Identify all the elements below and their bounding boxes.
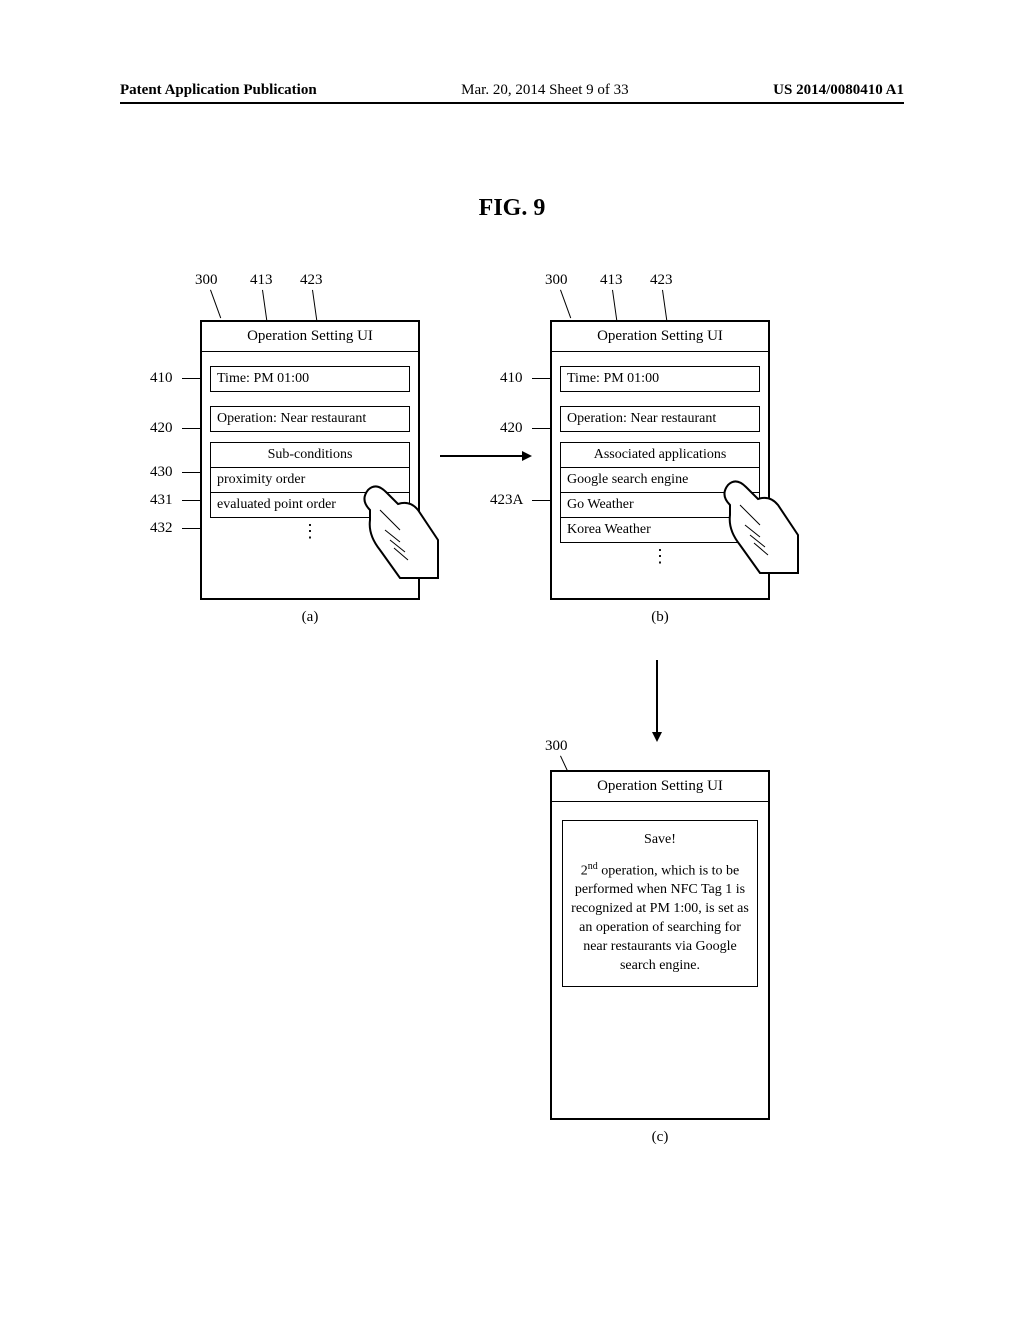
ref-420-a: 420 — [150, 420, 173, 437]
save-heading: Save! — [569, 831, 751, 850]
page-header: Patent Application Publication Mar. 20, … — [0, 82, 1024, 99]
subcond-proximity[interactable]: proximity order — [210, 468, 410, 493]
ref-430: 430 — [150, 464, 173, 481]
screen-title-a: Operation Setting UI — [202, 322, 418, 352]
subcond-evaluated[interactable]: evaluated point order — [210, 493, 410, 518]
subconditions-header: Sub-conditions — [210, 442, 410, 468]
ref-300-c: 300 — [545, 738, 568, 755]
arrow-b-to-c — [656, 660, 658, 740]
save-body-rest: operation, which is to be performed when… — [571, 864, 749, 973]
ref-423-a: 423 — [300, 272, 323, 289]
more-dots-b: ⋮ — [552, 551, 768, 561]
panel-b: 300 413 423 410 420 423A Operation Setti… — [550, 320, 770, 600]
save-body: 2nd operation, which is to be performed … — [569, 860, 751, 976]
operation-row-a[interactable]: Operation: Near restaurant — [210, 406, 410, 432]
panel-c-label: (c) — [550, 1129, 770, 1146]
time-row-a[interactable]: Time: PM 01:00 — [210, 366, 410, 392]
panel-c: 300 Operation Setting UI Save! 2nd opera… — [550, 770, 770, 1120]
ref-420-b: 420 — [500, 420, 523, 437]
ref-300-b: 300 — [545, 272, 568, 289]
more-dots-a: ⋮ — [202, 526, 418, 536]
operation-row-b[interactable]: Operation: Near restaurant — [560, 406, 760, 432]
time-row-b[interactable]: Time: PM 01:00 — [560, 366, 760, 392]
panel-a: 300 413 423 410 420 430 431 432 Operatio… — [200, 320, 420, 600]
ref-423-b: 423 — [650, 272, 673, 289]
save-body-sup: nd — [588, 861, 598, 872]
header-rule — [120, 102, 904, 104]
save-dialog: Save! 2nd operation, which is to be perf… — [562, 820, 758, 987]
associated-apps-header: Associated applications — [560, 442, 760, 468]
phone-frame-a: Operation Setting UI Time: PM 01:00 Oper… — [200, 320, 420, 600]
header-left: Patent Application Publication — [120, 82, 317, 99]
leader-300-b — [560, 290, 571, 319]
save-body-pre: 2 — [581, 864, 588, 879]
screen-title-c: Operation Setting UI — [552, 772, 768, 802]
ref-300-a: 300 — [195, 272, 218, 289]
app-google[interactable]: Google search engine — [560, 468, 760, 493]
app-koreaweather[interactable]: Korea Weather — [560, 518, 760, 543]
arrow-a-to-b — [440, 455, 530, 457]
header-center: Mar. 20, 2014 Sheet 9 of 33 — [461, 82, 628, 99]
ref-410-a: 410 — [150, 370, 173, 387]
ref-423A: 423A — [490, 492, 523, 509]
panel-b-label: (b) — [550, 609, 770, 626]
leader-300-a — [210, 290, 221, 319]
figure-title: FIG. 9 — [0, 195, 1024, 222]
screen-title-b: Operation Setting UI — [552, 322, 768, 352]
ref-413-a: 413 — [250, 272, 273, 289]
ref-431: 431 — [150, 492, 173, 509]
phone-frame-c: Operation Setting UI Save! 2nd operation… — [550, 770, 770, 1120]
ref-413-b: 413 — [600, 272, 623, 289]
panel-a-label: (a) — [200, 609, 420, 626]
app-goweather[interactable]: Go Weather — [560, 493, 760, 518]
phone-frame-b: Operation Setting UI Time: PM 01:00 Oper… — [550, 320, 770, 600]
ref-410-b: 410 — [500, 370, 523, 387]
ref-432: 432 — [150, 520, 173, 537]
header-right: US 2014/0080410 A1 — [773, 82, 904, 99]
